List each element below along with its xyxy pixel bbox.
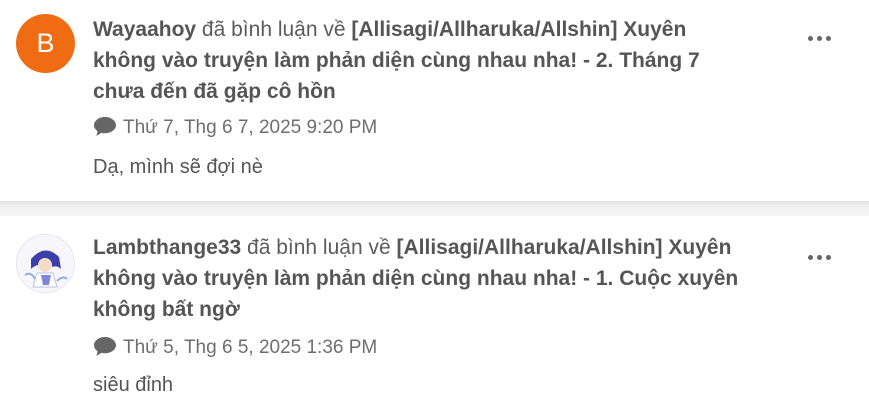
avatar-letter: B [36, 28, 55, 58]
story-title-line2[interactable]: không vào truyện làm phản diện cùng nhau… [93, 49, 700, 72]
comment-text: siêu đỉnh [93, 374, 174, 396]
user-name[interactable]: Lambthange33 [93, 236, 241, 259]
story-title-line3[interactable]: không bất ngờ [93, 298, 240, 321]
story-title-line1[interactable]: [Allisagi/Allharuka/Allshin] Xuyên [351, 18, 686, 41]
notification-title[interactable]: Wayaahoy đã bình luận về [Allisagi/Allha… [93, 14, 793, 107]
timestamp-row: Thứ 7, Thg 6 7, 2025 9:20 PM [93, 116, 377, 139]
action-text: đã bình luận về [241, 236, 397, 259]
story-title-line2[interactable]: không vào truyện làm phản diện cùng nhau… [93, 267, 738, 290]
avatar-image [17, 235, 74, 292]
notification-title[interactable]: Lambthange33 đã bình luận về [Allisagi/A… [93, 232, 793, 325]
timestamp: Thứ 7, Thg 6 7, 2025 9:20 PM [123, 117, 378, 138]
comment-text: Dạ, mình sẽ đợi nè [93, 156, 263, 178]
notification-item[interactable]: Lambthange33 đã bình luận về [Allisagi/A… [0, 216, 869, 412]
notification-item[interactable]: B Wayaahoy đã bình luận về [Allisagi/All… [0, 0, 869, 201]
speech-bubble-icon [94, 337, 116, 356]
timestamp-row: Thứ 5, Thg 6 5, 2025 1:36 PM [93, 336, 377, 359]
divider [0, 201, 869, 216]
user-name[interactable]: Wayaahoy [93, 18, 196, 41]
story-title-line3[interactable]: chưa đến đã gặp cô hồn [93, 80, 336, 103]
more-dots-icon[interactable] [808, 28, 840, 44]
timestamp: Thứ 5, Thg 6 5, 2025 1:36 PM [123, 337, 378, 358]
speech-bubble-icon [94, 117, 116, 136]
story-title-line1[interactable]: [Allisagi/Allharuka/Allshin] Xuyên [397, 236, 732, 259]
more-dots-icon[interactable] [808, 247, 840, 263]
avatar[interactable] [16, 234, 75, 293]
action-text: đã bình luận về [196, 18, 352, 41]
avatar[interactable]: B [16, 14, 75, 73]
